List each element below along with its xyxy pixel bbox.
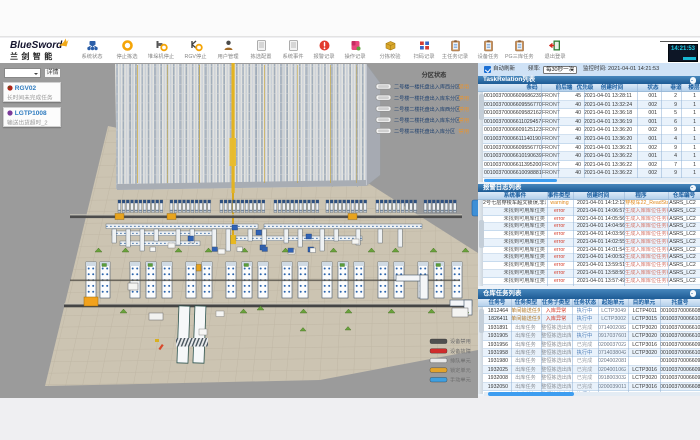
- svg-text:二号楼一楼托盘出入库东分区: 二号楼一楼托盘出入库东分区: [394, 95, 460, 102]
- svg-text:设备禁用: 设备禁用: [450, 337, 471, 345]
- svg-text:禁用: 禁用: [458, 95, 469, 102]
- svg-text:禁用: 禁用: [458, 128, 469, 135]
- svg-text:设备故障: 设备故障: [450, 347, 471, 355]
- svg-text:排队单元: 排队单元: [450, 356, 471, 364]
- svg-text:二号楼二楼托盘出入库西分区: 二号楼二楼托盘出入库西分区: [394, 106, 460, 113]
- svg-text:二号楼二楼托盘出入库东分区: 二号楼二楼托盘出入库东分区: [394, 117, 460, 124]
- svg-text:二号楼三楼托盘出入库分区: 二号楼三楼托盘出入库分区: [394, 128, 455, 135]
- svg-text:禁用: 禁用: [458, 117, 469, 124]
- svg-text:禁用: 禁用: [458, 106, 469, 113]
- svg-text:分区状态: 分区状态: [422, 71, 448, 79]
- svg-text:锁定单元: 锁定单元: [450, 366, 471, 374]
- svg-text:二号楼一楼托盘出入库西分区: 二号楼一楼托盘出入库西分区: [394, 84, 460, 91]
- svg-text:禁用: 禁用: [458, 84, 469, 91]
- svg-text:手动单元: 手动单元: [450, 376, 471, 384]
